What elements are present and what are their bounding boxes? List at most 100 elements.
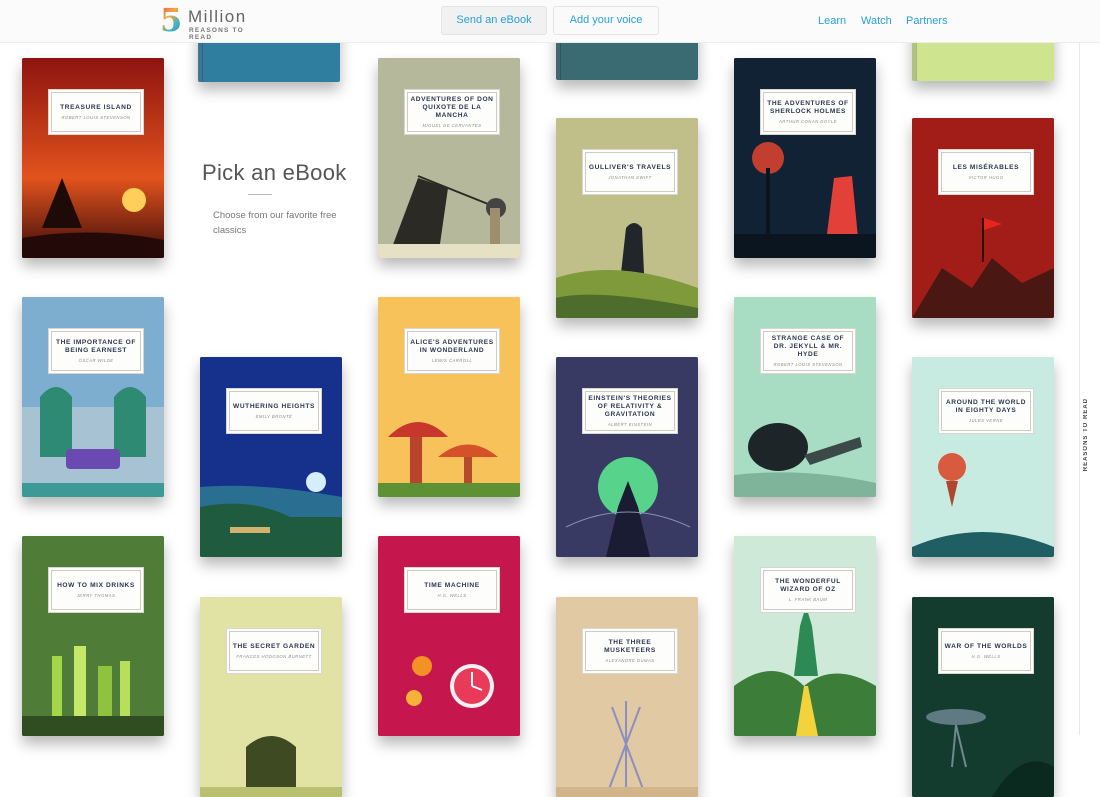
book-title: Gulliver's Travels <box>588 164 672 171</box>
book-cover[interactable]: The Secret Garden Frances Hodgson Burnett <box>200 597 342 797</box>
book-author: Jerry Thomas <box>76 593 116 598</box>
book-title-plate: How to Mix Drinks Jerry Thomas <box>48 567 144 613</box>
site-logo[interactable]: 5 Million REASONS TO READ <box>160 4 270 41</box>
book-title-plate: Strange Case of Dr. Jekyll & Mr. Hyde Rob… <box>760 328 856 374</box>
book-author: Jules Verne <box>968 418 1004 423</box>
book-title: How to Mix Drinks <box>57 582 135 589</box>
book-title: The Three Musketeers <box>604 639 656 654</box>
book-author: Albert Einstein <box>607 422 653 427</box>
send-ebook-button[interactable]: Send an eBook <box>441 6 547 35</box>
nav-watch-link[interactable]: Watch <box>861 14 892 28</box>
book-illustration <box>734 297 876 497</box>
book-illustration <box>912 118 1054 318</box>
book-illustration <box>912 357 1054 557</box>
book-title-plate: Around the World in Eighty Days Jules Ver… <box>938 388 1034 434</box>
book-cover[interactable]: Wuthering Heights Emily Brontë <box>200 357 342 557</box>
book-author: Frances Hodgson Burnett <box>236 654 312 659</box>
page-divider-line <box>1079 42 1080 735</box>
book-title-plate: The Wonderful Wizard of Oz L. Frank Baum <box>760 567 856 613</box>
pick-ebook-heading: Pick an eBook <box>202 160 347 185</box>
book-author: Robert Louis Stevenson <box>61 115 131 120</box>
book-title: Alice's Adventures in Wonderland <box>410 339 494 354</box>
book-cover[interactable]: Einstein's Theories of Relativity & Grav… <box>556 357 698 557</box>
book-title-plate: Gulliver's Travels Jonathan Swift <box>582 149 678 195</box>
book-cover[interactable]: The Wonderful Wizard of Oz L. Frank Baum <box>734 536 876 736</box>
book-title: Les Misérables <box>952 164 1020 171</box>
book-author: Emily Brontë <box>255 414 293 419</box>
book-illustration <box>734 536 876 736</box>
book-title: Wuthering Heights <box>233 403 315 410</box>
book-illustration <box>200 597 342 797</box>
book-title-plate: Einstein's Theories of Relativity & Grav… <box>582 388 678 434</box>
book-title: Around the World in Eighty Days <box>945 399 1027 414</box>
book-title: The Wonderful Wizard of Oz <box>775 578 841 593</box>
book-author: H.G. Wells <box>971 654 1001 659</box>
book-title: Treasure Island <box>60 104 132 111</box>
book-cover[interactable]: Alice's Adventures in Wonderland Lewis Ca… <box>378 297 520 497</box>
book-author: H.G. Wells <box>437 593 467 598</box>
book-author: Victor Hugo <box>968 175 1004 180</box>
book-author: Lewis Carroll <box>431 358 473 363</box>
book-illustration <box>912 597 1054 797</box>
book-illustration <box>378 297 520 497</box>
book-cover[interactable]: Gulliver's Travels Jonathan Swift <box>556 118 698 318</box>
book-title: The Secret Garden <box>232 643 316 650</box>
book-title-plate: The Adventures of Sherlock Holmes Arthur … <box>760 89 856 135</box>
side-vertical-tagline: REASONS TO READ <box>1083 398 1089 472</box>
book-cover[interactable]: The Three Musketeers Alexandre Dumas <box>556 597 698 797</box>
book-illustration <box>22 58 164 258</box>
book-cover[interactable]: Time Machine H.G. Wells <box>378 536 520 736</box>
book-title-plate: Wuthering Heights Emily Brontë <box>226 388 322 434</box>
book-title: The Adventures of Sherlock Holmes <box>767 100 849 115</box>
book-illustration <box>378 58 520 258</box>
add-voice-button[interactable]: Add your voice <box>553 6 659 35</box>
book-title-plate: Treasure Island Robert Louis Stevenson <box>48 89 144 135</box>
book-illustration <box>22 297 164 497</box>
logo-tagline: REASONS TO READ <box>189 27 244 41</box>
book-cover[interactable]: How to Mix Drinks Jerry Thomas <box>22 536 164 736</box>
book-title-plate: War of the Worlds H.G. Wells <box>938 628 1034 674</box>
book-author: Miguel de Cervantes <box>422 123 482 128</box>
book-illustration <box>734 58 876 258</box>
book-author: Jonathan Swift <box>608 175 652 180</box>
book-title-plate: The Secret Garden Frances Hodgson Burnett <box>226 628 322 674</box>
nav-partners-link[interactable]: Partners <box>906 14 948 28</box>
book-illustration <box>556 118 698 318</box>
book-title-plate: Les Misérables Victor Hugo <box>938 149 1034 195</box>
book-author: Alexandre Dumas <box>605 658 655 663</box>
book-author: L. Frank Baum <box>788 597 828 602</box>
top-header: 5 Million REASONS TO READ Send an eBook … <box>0 0 1100 43</box>
book-author: Oscar Wilde <box>78 358 114 363</box>
book-cover[interactable]: Treasure Island Robert Louis Stevenson <box>22 58 164 258</box>
book-title-plate: Alice's Adventures in Wonderland Lewis Ca… <box>404 328 500 374</box>
book-title: Time Machine <box>424 582 480 589</box>
heading-divider <box>248 194 272 195</box>
book-title: War of the Worlds <box>944 643 1028 650</box>
book-cover[interactable]: Around the World in Eighty Days Jules Ver… <box>912 357 1054 557</box>
book-illustration <box>200 357 342 557</box>
logo-word: Million <box>188 7 247 26</box>
book-cover[interactable]: Adventures of Don Quixote de la Mancha Mi… <box>378 58 520 258</box>
book-title: The Importance of Being Earnest <box>55 339 137 354</box>
book-cover[interactable]: Strange Case of Dr. Jekyll & Mr. Hyde Rob… <box>734 297 876 497</box>
nav-learn-link[interactable]: Learn <box>818 14 846 28</box>
book-title-plate: Time Machine H.G. Wells <box>404 567 500 613</box>
book-author: Robert Louis Stevenson <box>773 362 843 367</box>
book-illustration <box>22 536 164 736</box>
book-title: Adventures of Don Quixote de la Mancha <box>410 96 494 119</box>
book-title-plate: The Three Musketeers Alexandre Dumas <box>582 628 678 674</box>
book-cover[interactable]: The Importance of Being Earnest Oscar Wil… <box>22 297 164 497</box>
logo-number: 5 <box>160 4 186 36</box>
book-cover[interactable]: War of the Worlds H.G. Wells <box>912 597 1054 797</box>
book-illustration <box>378 536 520 736</box>
book-title: Einstein's Theories of Relativity & Grav… <box>588 395 672 418</box>
book-title-plate: The Importance of Being Earnest Oscar Wil… <box>48 328 144 374</box>
pick-ebook-description: Choose from our favorite free classics <box>213 210 337 236</box>
book-illustration <box>556 357 698 557</box>
book-title: Strange Case of Dr. Jekyll & Mr. Hyde <box>771 335 845 358</box>
book-title-plate: Adventures of Don Quixote de la Mancha Mi… <box>404 89 500 135</box>
book-cover[interactable]: The Adventures of Sherlock Holmes Arthur … <box>734 58 876 258</box>
book-illustration <box>556 597 698 797</box>
book-cover[interactable]: Les Misérables Victor Hugo <box>912 118 1054 318</box>
book-author: Arthur Conan Doyle <box>778 119 838 124</box>
